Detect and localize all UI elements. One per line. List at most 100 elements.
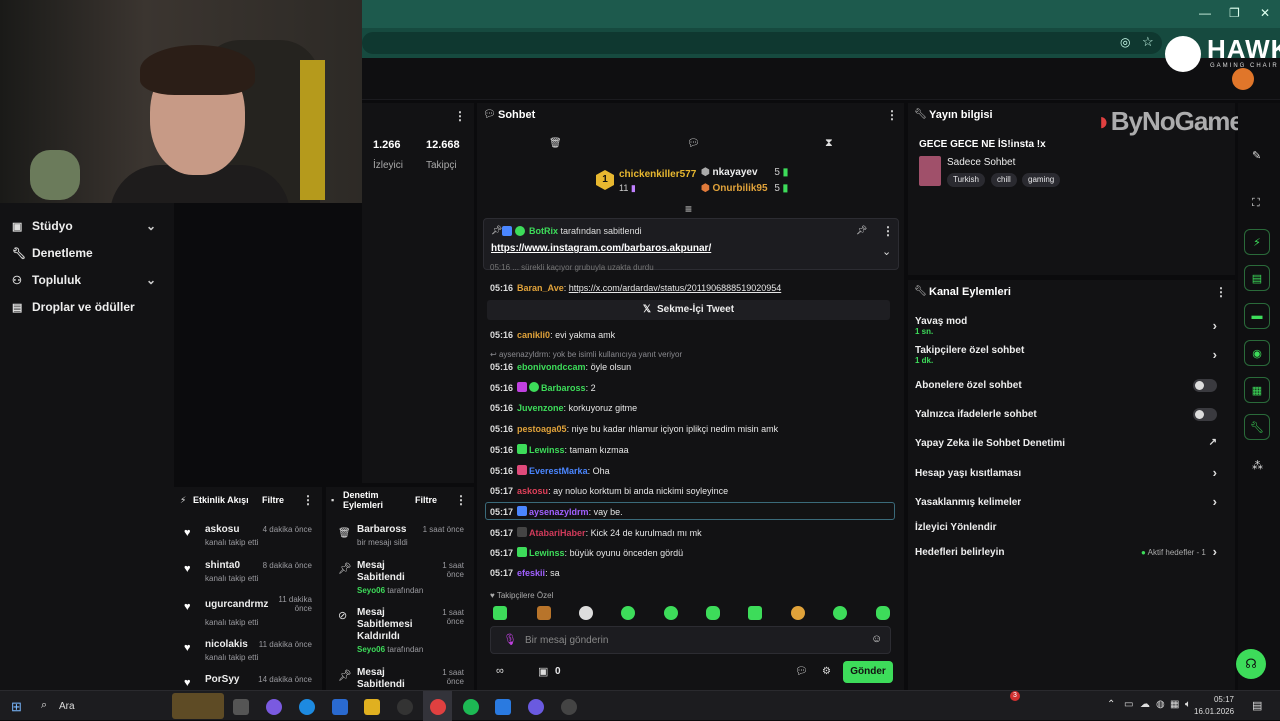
chat-user[interactable]: AtabariHaber xyxy=(529,528,586,538)
chat-user[interactable]: Lewinss xyxy=(529,548,565,558)
stats-menu-icon[interactable]: ⋮ xyxy=(454,109,466,123)
avatar[interactable] xyxy=(1232,68,1254,90)
close-icon[interactable]: ✕ xyxy=(1260,6,1270,20)
activity-filter-button[interactable]: Filtre xyxy=(262,495,284,505)
pinned-link[interactable]: https://www.instagram.com/barbaros.akpun… xyxy=(491,243,711,254)
search-icon[interactable]: ⌕ xyxy=(41,699,47,712)
chevron-up-icon[interactable]: ⌃ xyxy=(1107,699,1115,710)
task-view-icon[interactable] xyxy=(233,699,249,715)
mail-icon[interactable] xyxy=(332,699,348,715)
gifter-name[interactable]: Onurbilik95 xyxy=(713,183,768,194)
chat-user[interactable]: ebonivondccam xyxy=(517,362,586,372)
spotify-icon[interactable] xyxy=(463,699,479,715)
emote-icon[interactable] xyxy=(876,606,890,620)
network-icon[interactable]: ⁂ xyxy=(1252,459,1263,472)
chat-user[interactable]: Baran_Ave xyxy=(517,283,564,293)
feed-name[interactable]: PorSyy xyxy=(205,674,239,685)
taskbar-search-label[interactable]: Ara xyxy=(59,701,75,712)
volume-icon[interactable]: 🔈︎ xyxy=(1185,699,1191,710)
gift-icon[interactable]: ▣ xyxy=(538,665,548,678)
sidebar-item-community[interactable]: ⚇ Topluluk ⌄ xyxy=(12,273,156,287)
chat-user[interactable]: Barbaross xyxy=(541,383,586,393)
feed-name[interactable]: askosu xyxy=(205,524,239,535)
emote-icon[interactable] xyxy=(833,606,847,620)
sidebar-item-drops[interactable]: ▤ Droplar ve ödüller xyxy=(12,300,135,314)
followers-only-row[interactable]: Takipçilere özel sohbet 1 dk. › xyxy=(915,345,1227,365)
send-button[interactable]: Gönder xyxy=(843,661,893,683)
edge-icon[interactable] xyxy=(299,699,315,715)
chevron-down-icon[interactable]: ⌄ xyxy=(882,245,891,258)
emote-icon[interactable] xyxy=(621,606,635,620)
tag[interactable]: chill xyxy=(991,173,1017,187)
chat-menu-icon[interactable]: ⋮ xyxy=(886,108,898,122)
minimize-icon[interactable]: — xyxy=(1199,6,1211,20)
emote-only-toggle[interactable] xyxy=(1193,408,1217,421)
emote-icon[interactable] xyxy=(706,606,720,620)
chat-user[interactable]: pestoaga05 xyxy=(517,424,567,434)
taskbar-time[interactable]: 05:17 xyxy=(1204,695,1234,704)
pinned-menu-icon[interactable]: ⋮ xyxy=(882,224,894,238)
tag[interactable]: gaming xyxy=(1022,173,1061,187)
loop-icon[interactable]: ∞ xyxy=(496,665,504,677)
emote-icon[interactable] xyxy=(493,606,507,620)
chat-input-box[interactable]: 🎙︎ Bir mesaj gönderin ☺ xyxy=(490,626,891,654)
wrench-icon[interactable]: 🔧︎ xyxy=(1244,414,1270,440)
lightning-icon[interactable]: ⚡︎ xyxy=(1244,229,1270,255)
cloud-icon[interactable]: ☁ xyxy=(1140,699,1150,710)
mod-item-by[interactable]: Seyo06 xyxy=(357,586,385,595)
notification-icon[interactable]: ▤ xyxy=(1252,699,1262,712)
pin-toggle-icon[interactable]: 📌︎ xyxy=(856,225,867,236)
hourglass-icon[interactable]: ⧗ xyxy=(825,137,833,150)
emote-icon[interactable] xyxy=(537,606,551,620)
copilot-icon[interactable] xyxy=(266,699,282,715)
chat-bubble-icon[interactable]: ▬ xyxy=(1244,303,1270,329)
chat-user[interactable]: aysenazyldrm xyxy=(529,507,589,517)
emote-icon[interactable] xyxy=(791,606,805,620)
slow-mode-row[interactable]: Yavaş mod 1 sn. › xyxy=(915,316,1227,336)
chat-user[interactable]: Lewinss xyxy=(529,445,565,455)
emote-icon[interactable] xyxy=(748,606,762,620)
mod-menu-icon[interactable]: ⋮ xyxy=(455,493,467,507)
category-thumbnail[interactable] xyxy=(919,156,941,186)
redirect-viewers-row[interactable]: İzleyici Yönlendir xyxy=(915,522,1227,533)
activity-menu-icon[interactable]: ⋮ xyxy=(302,493,314,507)
banned-words-row[interactable]: Yasaklanmış kelimeler › xyxy=(915,494,1227,509)
goals-row[interactable]: Hedefleri belirleyin ● Aktif hedefler - … xyxy=(915,544,1227,559)
stream-title[interactable]: GECE GECE NE İS!insta !x xyxy=(919,139,1046,150)
fullscreen-icon[interactable]: ⛶ xyxy=(1252,197,1260,210)
gear-icon[interactable]: ⚙ xyxy=(822,666,831,677)
account-age-row[interactable]: Hesap yaşı kısıtlaması › xyxy=(915,465,1227,480)
tray-icon[interactable]: ▭ xyxy=(1124,699,1133,710)
app-icon[interactable] xyxy=(495,699,511,715)
trash-icon[interactable]: 🗑︎ xyxy=(549,138,562,149)
chat-user[interactable]: EverestMarka xyxy=(529,466,588,476)
tweet-embed-button[interactable]: 𝕏 Sekme-İçi Tweet xyxy=(487,300,890,320)
chat-user[interactable]: Juvenzone xyxy=(517,403,564,413)
chrome-icon[interactable] xyxy=(430,699,446,715)
emoji-icon[interactable]: ☺ xyxy=(871,633,882,645)
tag[interactable]: Turkish xyxy=(947,173,985,187)
gifter-name[interactable]: nkayayev xyxy=(713,167,758,178)
layout-icon[interactable]: ▦ xyxy=(1244,377,1270,403)
emote-icon[interactable] xyxy=(579,606,593,620)
channel-actions-menu-icon[interactable]: ⋮ xyxy=(1215,285,1227,299)
discord-icon[interactable] xyxy=(528,699,544,715)
expand-icon[interactable]: ≡ xyxy=(685,202,692,216)
chat-user[interactable]: efeskii xyxy=(517,568,545,578)
document-icon[interactable]: ▤ xyxy=(1244,265,1270,291)
ai-moderation-row[interactable]: Yapay Zeka ile Sohbet Denetimi ↗ xyxy=(915,437,1227,449)
mic-icon[interactable]: 🎙︎ xyxy=(503,633,517,646)
category-name[interactable]: Sadece Sohbet xyxy=(947,157,1015,168)
pinned-by-user[interactable]: BotRix xyxy=(529,226,558,236)
mod-filter-button[interactable]: Filtre xyxy=(415,495,437,505)
taskbar-date[interactable]: 16.01.2026 xyxy=(1194,707,1234,716)
chat-user[interactable]: askosu xyxy=(517,486,548,496)
mod-item-by[interactable]: Seyo06 xyxy=(357,645,385,654)
edit-icon[interactable]: ✎ xyxy=(1252,149,1261,162)
sidebar-item-studio[interactable]: ▣ Stüdyo ⌄ xyxy=(12,219,156,233)
chat-link[interactable]: https://x.com/ardardav/status/2011906888… xyxy=(569,283,781,293)
chat-bubble-icon[interactable]: 💬︎ xyxy=(687,138,700,149)
xbox-icon[interactable] xyxy=(397,699,413,715)
support-icon[interactable]: ☊ xyxy=(1236,649,1266,679)
network-icon[interactable]: ▦ xyxy=(1170,699,1179,710)
